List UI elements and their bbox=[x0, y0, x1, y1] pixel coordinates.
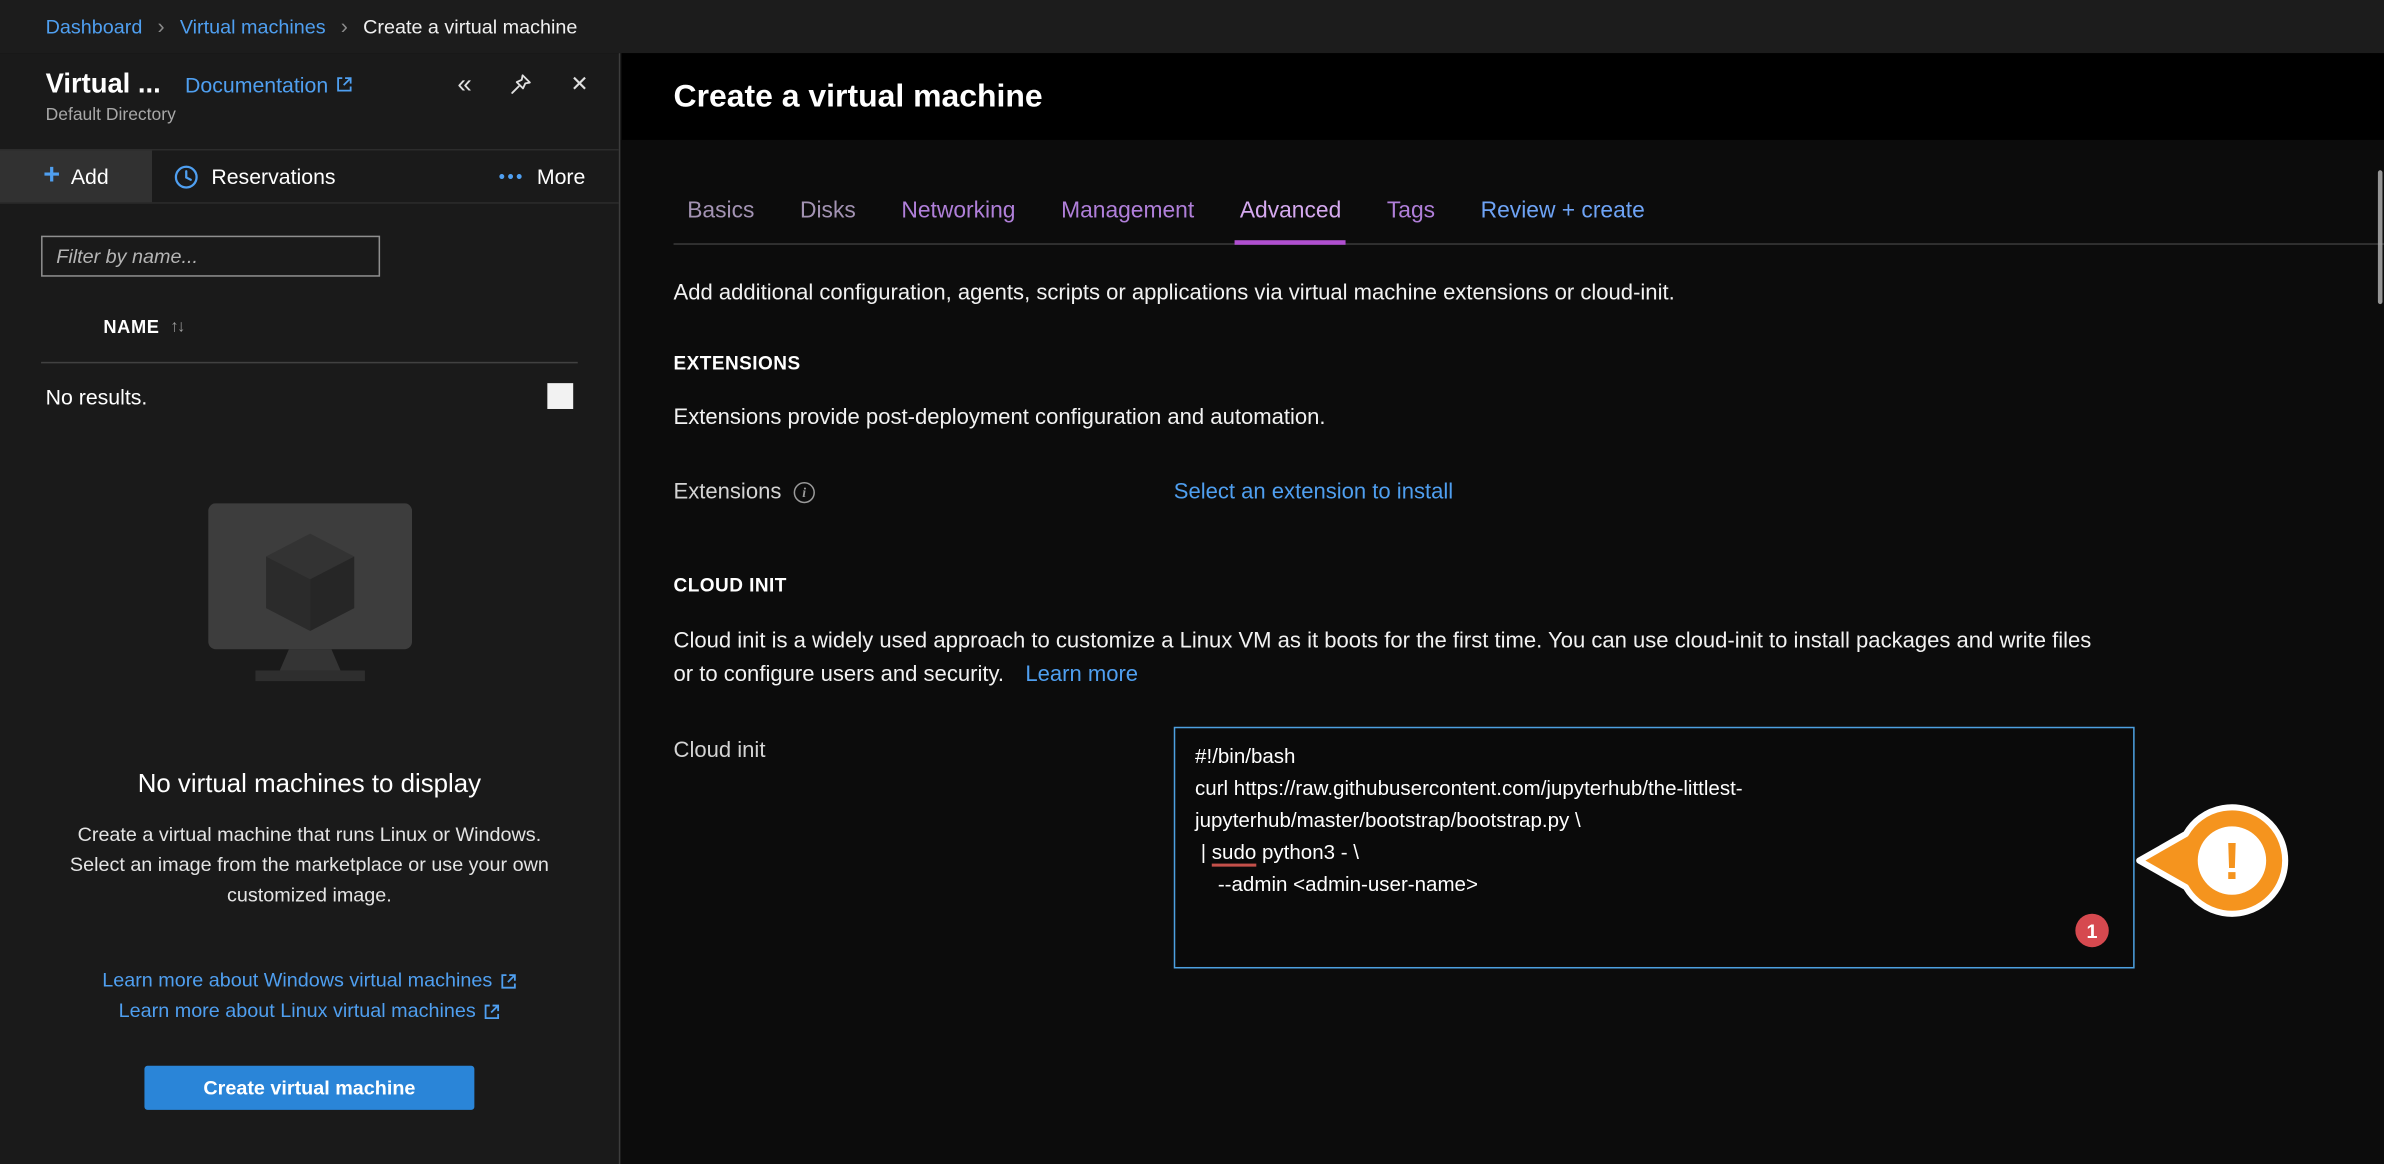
external-link-icon bbox=[500, 972, 517, 989]
code-line: | sudo python3 - \ bbox=[1195, 836, 2113, 868]
table-row: No results. bbox=[41, 363, 578, 428]
annotation-badge: 1 bbox=[2075, 914, 2108, 947]
tab-tags[interactable]: Tags bbox=[1387, 198, 1435, 224]
annotation-pointer-icon: ! bbox=[2135, 797, 2296, 925]
sort-icon[interactable]: ↑↓ bbox=[170, 318, 184, 336]
tab-review-create[interactable]: Review + create bbox=[1481, 198, 1645, 224]
tab-basics[interactable]: Basics bbox=[687, 198, 754, 224]
virtual-machines-blade: Virtual ... Documentation « bbox=[0, 53, 620, 1164]
code-segment: python3 - \ bbox=[1256, 841, 1359, 864]
code-line: #!/bin/bash bbox=[1195, 740, 2113, 772]
ellipsis-icon: ••• bbox=[499, 166, 525, 187]
vm-table: NAME ↑↓ No results. bbox=[41, 316, 578, 429]
code-line: --admin <admin-user-name> bbox=[1195, 868, 2113, 900]
more-button[interactable]: ••• More bbox=[499, 151, 586, 203]
tab-bar: Basics Disks Networking Management Advan… bbox=[674, 198, 2384, 245]
tab-advanced[interactable]: Advanced bbox=[1240, 198, 1341, 224]
no-results-label: No results. bbox=[46, 384, 148, 408]
vm-monitor-icon bbox=[195, 503, 423, 688]
info-icon[interactable]: i bbox=[794, 482, 815, 503]
cloud-init-row: Cloud init #!/bin/bash curl https://raw.… bbox=[674, 727, 2384, 969]
external-link-icon bbox=[336, 76, 353, 93]
breadcrumb-virtual-machines[interactable]: Virtual machines bbox=[180, 15, 326, 38]
cloud-init-description: Cloud init is a widely used approach to … bbox=[674, 625, 2094, 692]
breadcrumb: Dashboard › Virtual machines › Create a … bbox=[0, 0, 2384, 53]
reservations-label: Reservations bbox=[211, 164, 335, 188]
filter-input[interactable] bbox=[41, 236, 380, 277]
more-label: More bbox=[537, 164, 586, 188]
extensions-heading: EXTENSIONS bbox=[674, 353, 2384, 374]
breadcrumb-current: Create a virtual machine bbox=[363, 15, 577, 38]
code-line: curl https://raw.githubusercontent.com/j… bbox=[1195, 772, 2113, 804]
clock-icon bbox=[173, 163, 199, 189]
cloud-init-label: Cloud init bbox=[674, 727, 1174, 763]
collapse-blade-icon[interactable]: « bbox=[457, 69, 471, 99]
create-virtual-machine-button[interactable]: Create virtual machine bbox=[144, 1066, 474, 1110]
scrollbar-thumb[interactable] bbox=[2378, 170, 2383, 304]
empty-state-description: Create a virtual machine that runs Linux… bbox=[48, 819, 571, 910]
cloud-init-description-text: Cloud init is a widely used approach to … bbox=[674, 629, 2092, 687]
reservations-button[interactable]: Reservations bbox=[173, 151, 335, 203]
main-body: Basics Disks Networking Management Advan… bbox=[622, 198, 2384, 969]
row-checkbox[interactable] bbox=[547, 383, 573, 409]
breadcrumb-separator-icon: › bbox=[158, 14, 165, 38]
tab-disks[interactable]: Disks bbox=[800, 198, 856, 224]
external-link-icon bbox=[483, 1003, 500, 1020]
select-extension-link[interactable]: Select an extension to install bbox=[1174, 480, 1453, 504]
blade-toolbar: + Add Reservations ••• More bbox=[0, 149, 619, 204]
windows-vm-learn-more-link[interactable]: Learn more about Windows virtual machine… bbox=[102, 965, 516, 995]
documentation-link[interactable]: Documentation bbox=[185, 72, 353, 96]
page-title: Create a virtual machine bbox=[674, 78, 1043, 114]
extensions-label: Extensions i bbox=[674, 480, 1174, 504]
plus-icon: + bbox=[43, 160, 60, 189]
code-segment: | bbox=[1195, 841, 1212, 864]
table-header: NAME ↑↓ bbox=[41, 316, 578, 363]
pin-icon[interactable] bbox=[510, 73, 533, 96]
directory-subtitle: Default Directory bbox=[46, 106, 589, 124]
empty-state: No virtual machines to display Create a … bbox=[0, 503, 619, 1110]
extensions-row: Extensions i Select an extension to inst… bbox=[674, 480, 2384, 504]
breadcrumb-separator-icon: › bbox=[341, 14, 348, 38]
azure-portal-window: Dashboard › Virtual machines › Create a … bbox=[0, 0, 2384, 1164]
main-header: Create a virtual machine bbox=[622, 53, 2384, 140]
exclamation-icon: ! bbox=[2223, 832, 2240, 890]
add-button-label: Add bbox=[71, 164, 109, 188]
add-button[interactable]: + Add bbox=[0, 151, 152, 203]
extensions-description: Extensions provide post-deployment confi… bbox=[674, 406, 2384, 430]
empty-state-title: No virtual machines to display bbox=[40, 769, 580, 799]
name-column-header[interactable]: NAME bbox=[103, 316, 159, 337]
documentation-link-label: Documentation bbox=[185, 72, 328, 96]
close-blade-icon[interactable]: ✕ bbox=[571, 71, 589, 97]
create-vm-pane: Create a virtual machine Basics Disks Ne… bbox=[622, 53, 2384, 1164]
cloud-init-editor-wrap: #!/bin/bash curl https://raw.githubuserc… bbox=[1174, 727, 2135, 969]
breadcrumb-dashboard[interactable]: Dashboard bbox=[46, 15, 143, 38]
blade-title: Virtual ... bbox=[46, 68, 161, 100]
linux-vm-learn-more-link[interactable]: Learn more about Linux virtual machines bbox=[119, 996, 500, 1026]
tab-networking[interactable]: Networking bbox=[901, 198, 1015, 224]
tab-management[interactable]: Management bbox=[1061, 198, 1194, 224]
linux-vm-learn-more-label: Learn more about Linux virtual machines bbox=[119, 996, 476, 1026]
blade-header: Virtual ... Documentation « bbox=[0, 53, 619, 124]
learn-more-link[interactable]: Learn more bbox=[1025, 663, 1138, 687]
misspelled-word: sudo bbox=[1212, 841, 1257, 864]
cloud-init-textarea[interactable]: #!/bin/bash curl https://raw.githubuserc… bbox=[1174, 727, 2135, 969]
windows-vm-learn-more-label: Learn more about Windows virtual machine… bbox=[102, 965, 492, 995]
code-line: jupyterhub/master/bootstrap/bootstrap.py… bbox=[1195, 804, 2113, 836]
cloud-init-heading: CLOUD INIT bbox=[674, 575, 2384, 596]
extensions-label-text: Extensions bbox=[674, 480, 782, 504]
advanced-intro-text: Add additional configuration, agents, sc… bbox=[674, 281, 2384, 305]
